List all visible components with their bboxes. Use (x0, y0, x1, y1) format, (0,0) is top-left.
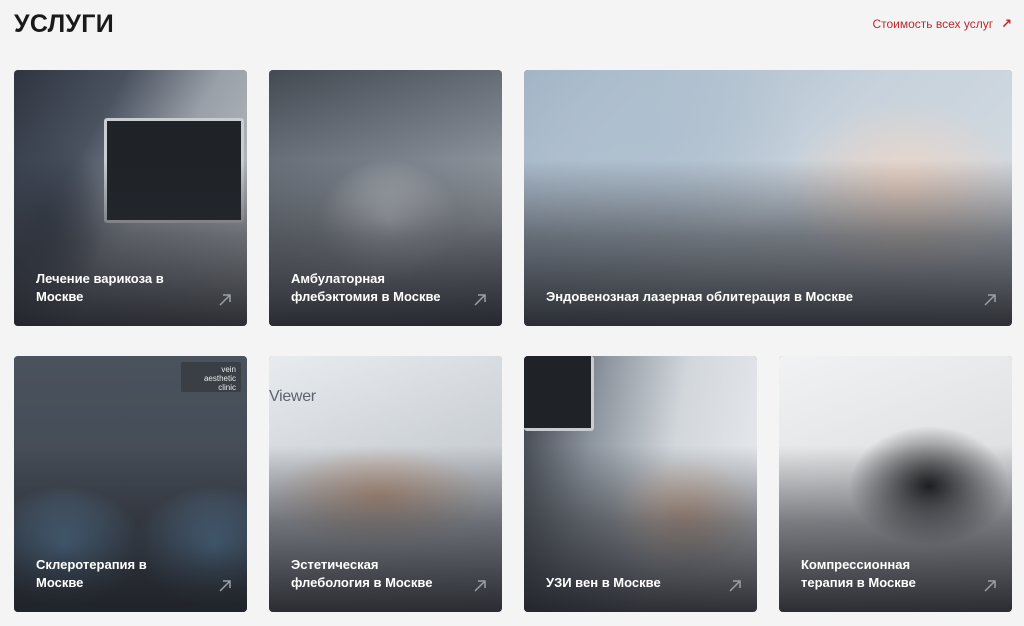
service-card-label: УЗИ вен в Москве (546, 575, 661, 590)
arrow-up-right-icon (474, 294, 486, 306)
service-card-compression-therapy[interactable]: Компрессионная терапия в Москве (779, 356, 1012, 612)
service-card-label: Лечение варикоза в Москве (36, 271, 164, 304)
section-header: УСЛУГИ Стоимость всех услуг ↗ (14, 8, 1012, 40)
arrow-up-right-icon (729, 580, 741, 592)
arrow-up-right-icon (219, 294, 231, 306)
service-card-sclerotherapy[interactable]: veinaestheticclinic Склеротерапия в Моск… (14, 356, 247, 612)
service-card-label: Эндовенозная лазерная облитерация в Моск… (546, 289, 853, 304)
service-card-label: Амбулаторная флебэктомия в Москве (291, 271, 441, 304)
arrow-up-right-icon (219, 580, 231, 592)
service-card-varicose[interactable]: Лечение варикоза в Москве (14, 70, 247, 326)
arrow-up-right-icon (984, 580, 996, 592)
service-card-label: Склеротерапия в Москве (36, 557, 147, 590)
arrow-up-right-icon: ↗ (1001, 16, 1012, 31)
service-card-vein-ultrasound[interactable]: УЗИ вен в Москве (524, 356, 757, 612)
all-prices-link[interactable]: Стоимость всех услуг ↗ (872, 16, 1012, 32)
service-card-phlebectomy[interactable]: Амбулаторная флебэктомия в Москве (269, 70, 502, 326)
service-card-label: Компрессионная терапия в Москве (801, 557, 916, 590)
arrow-up-right-icon (474, 580, 486, 592)
arrow-up-right-icon (984, 294, 996, 306)
service-card-aesthetic-phlebology[interactable]: Viewer Эстетическая флебология в Москве (269, 356, 502, 612)
service-card-label: Эстетическая флебология в Москве (291, 557, 433, 590)
all-prices-label: Стоимость всех услуг (872, 17, 994, 31)
service-card-laser-ablation[interactable]: Эндовенозная лазерная облитерация в Моск… (524, 70, 1012, 326)
page-title: УСЛУГИ (14, 10, 115, 38)
